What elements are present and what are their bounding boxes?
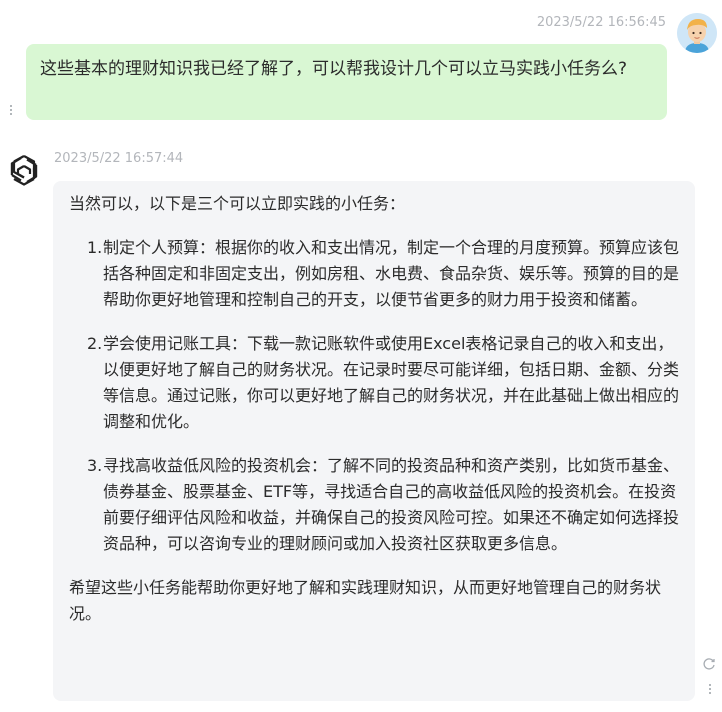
bot-message-bubble: 当然可以，以下是三个可以立即实践的小任务： 1. 制定个人预算：根据你的收入和支… xyxy=(53,181,695,701)
user-message-more-icon[interactable] xyxy=(9,105,13,117)
user-avatar-icon xyxy=(677,13,717,53)
refresh-icon[interactable] xyxy=(702,656,716,670)
task-list: 1. 制定个人预算：根据你的收入和支出情况，制定一个合理的月度预算。预算应该包括… xyxy=(69,235,679,557)
list-item-number: 3. xyxy=(87,456,103,475)
user-message-text: 这些基本的理财知识我已经了解了，可以帮我设计几个可以立马实践小任务么? xyxy=(40,59,628,79)
bot-message-intro: 当然可以，以下是三个可以立即实践的小任务： xyxy=(69,194,406,213)
list-item-text: 寻找高收益低风险的投资机会：了解不同的投资品种和资产类别，比如货币基金、债券基金… xyxy=(103,456,680,553)
openai-logo-icon xyxy=(6,152,42,188)
bot-message-timestamp: 2023/5/22 16:57:44 xyxy=(54,151,184,166)
list-item: 3. 寻找高收益低风险的投资机会：了解不同的投资品种和资产类别，比如货币基金、债… xyxy=(87,453,679,557)
bot-message-outro: 希望这些小任务能帮助你更好地了解和实践理财知识，从而更好地管理自己的财务状况。 xyxy=(69,578,662,623)
list-item: 1. 制定个人预算：根据你的收入和支出情况，制定一个合理的月度预算。预算应该包括… xyxy=(87,235,679,313)
list-item-text: 制定个人预算：根据你的收入和支出情况，制定一个合理的月度预算。预算应该包括各种固… xyxy=(103,238,680,309)
list-item-text: 学会使用记账工具：下载一款记账软件或使用Excel表格记录自己的收入和支出，以便… xyxy=(103,334,680,431)
bot-message-more-icon[interactable] xyxy=(708,684,712,696)
list-item-number: 1. xyxy=(87,238,103,257)
user-message-bubble: 这些基本的理财知识我已经了解了，可以帮我设计几个可以立马实践小任务么? xyxy=(26,44,667,120)
list-item-number: 2. xyxy=(87,334,103,353)
list-item: 2. 学会使用记账工具：下载一款记账软件或使用Excel表格记录自己的收入和支出… xyxy=(87,331,679,435)
user-message-timestamp: 2023/5/22 16:56:45 xyxy=(536,15,666,30)
